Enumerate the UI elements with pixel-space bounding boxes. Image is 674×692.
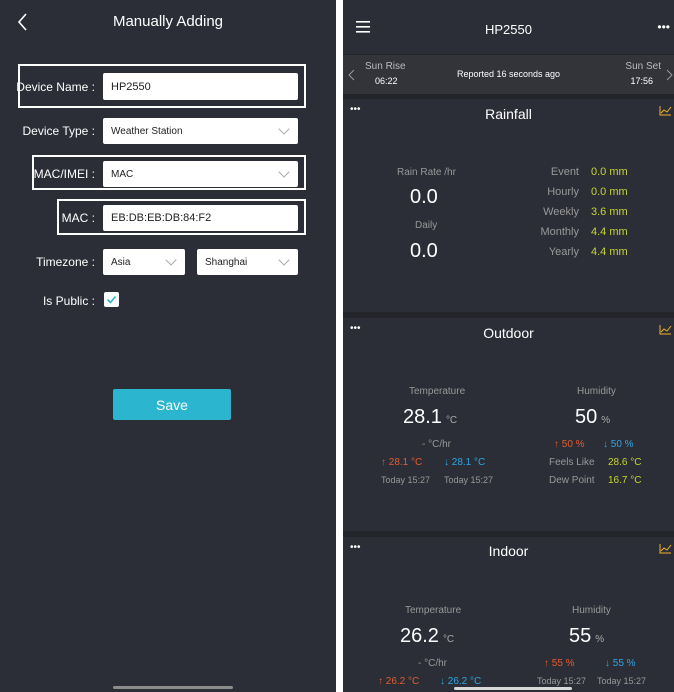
feels-like-value: 28.6 °C [608,457,642,468]
rain-row-label: Hourly [547,186,579,198]
indoor-hum-label: Humidity [572,605,611,616]
more-icon[interactable]: ••• [657,20,670,34]
outdoor-title: Outdoor [483,325,534,341]
device-type-label: Device Type : [22,124,95,138]
rain-row-label: Yearly [548,246,579,258]
header: HP2550 ••• [343,0,674,54]
outdoor-hum: 50% [575,406,610,429]
rain-row-value: 0.0 mm [591,166,628,178]
line-chart-icon[interactable] [659,543,672,554]
chevron-down-icon [165,254,177,266]
rain-row-value: 0.0 mm [591,186,628,198]
mac-imei-select[interactable]: MAC [103,161,298,187]
indoor-card: ••• Indoor Temperature 26.2 °C - °C/hr ↑ … [343,537,674,692]
device-dashboard-screen: HP2550 ••• Sun Rise 06:22 Reported 16 se… [343,0,674,692]
timezone-city-value: Shanghai [205,256,248,268]
is-public-label: Is Public : [42,294,95,308]
outdoor-temp-rate: - °C/hr [422,439,451,450]
indoor-temp-low: ↓ 26.2 °C [440,676,482,687]
chevron-right-icon[interactable] [665,69,673,81]
home-indicator [113,686,233,689]
sun-bar: Sun Rise 06:22 Reported 16 seconds ago S… [343,55,674,94]
rain-rate-label: Rain Rate /hr [397,167,456,178]
indoor-hum-unit: % [595,634,605,645]
daily-value: 0.0 [410,240,438,262]
device-name-label: Device Name : [16,80,95,94]
rainfall-card: ••• Rainfall Rain Rate /hr 0.0 Daily 0.0… [343,99,674,312]
indoor-hum-low: ↓ 55 % [605,658,636,669]
sunset-label: Sun Set [625,61,661,72]
indoor-temp-label: Temperature [405,605,462,616]
device-name-field[interactable]: HP2550 [103,73,298,100]
daily-label: Daily [415,220,438,231]
outdoor-card: ••• Outdoor Temperature 28.1 °C - °C/hr ↑… [343,318,674,531]
indoor-hum-low-time: Today 15:27 [597,676,647,686]
device-type-value: Weather Station [111,125,183,137]
dew-point-value: 16.7 °C [608,475,642,486]
mac-value: EB:DB:EB:DB:84:F2 [111,212,212,224]
outdoor-temp-low: ↓ 28.1 °C [444,457,486,468]
outdoor-temp: 28.1 °C [403,406,457,429]
header: Manually Adding [0,0,336,44]
indoor-temp-value: 26.2 [400,625,439,647]
outdoor-temp-high-time: Today 15:27 [381,475,431,485]
indoor-temp: 26.2 °C [400,625,454,648]
feels-like-label: Feels Like [549,457,595,468]
indoor-temp-high: ↑ 26.2 °C [378,676,420,687]
mac-imei-value: MAC [111,168,134,180]
indoor-hum: 55% [569,625,604,648]
rain-row-label: Weekly [543,206,579,218]
home-indicator [454,687,572,690]
device-type-select[interactable]: Weather Station [103,118,298,144]
outdoor-temp-low-time: Today 15:27 [444,475,494,485]
timezone-label: Timezone : [36,255,95,269]
rain-row-value: 3.6 mm [591,206,628,218]
device-title: HP2550 [485,22,532,37]
rainfall-title: Rainfall [485,106,532,122]
device-name-value: HP2550 [111,80,151,93]
mac-field[interactable]: EB:DB:EB:DB:84:F2 [103,205,298,231]
line-chart-icon[interactable] [659,324,672,335]
line-chart-icon[interactable] [659,105,672,116]
timezone-region-select[interactable]: Asia [103,249,185,275]
outdoor-temp-value: 28.1 [403,406,442,428]
indoor-hum-high: ↑ 55 % [544,658,575,669]
rain-row-label: Monthly [540,226,579,238]
page-title: Manually Adding [112,13,224,30]
rain-row-value: 4.4 mm [591,246,628,258]
save-button[interactable]: Save [113,389,231,420]
mac-label: MAC : [61,211,95,225]
outdoor-temp-unit: °C [445,415,458,426]
reported-status: Reported 16 seconds ago [456,69,561,79]
indoor-temp-unit: °C [442,634,455,645]
manual-add-screen: Manually Adding Device Name : HP2550 Dev… [0,0,336,692]
chevron-down-icon [278,254,290,266]
sunset-time: 17:56 [630,76,653,86]
check-icon [106,295,117,304]
indoor-temp-rate: - °C/hr [418,658,447,669]
rain-row-value: 4.4 mm [591,226,628,238]
timezone-city-select[interactable]: Shanghai [197,249,298,275]
chevron-down-icon [278,123,290,135]
outdoor-hum-unit: % [601,415,611,426]
indoor-hum-value: 55 [569,625,592,647]
timezone-region-value: Asia [111,256,131,268]
outdoor-temp-label: Temperature [409,386,466,397]
outdoor-temp-high: ↑ 28.1 °C [381,457,423,468]
mac-imei-label: MAC/IMEI : [33,167,95,181]
indoor-hum-high-time: Today 15:27 [537,676,587,686]
dew-point-label: Dew Point [549,475,595,486]
indoor-title: Indoor [488,543,529,559]
outdoor-hum-label: Humidity [577,386,616,397]
is-public-checkbox[interactable] [104,292,119,307]
rain-row-label: Event [550,166,579,178]
chevron-down-icon [278,166,290,178]
outdoor-hum-high: ↑ 50 % [554,439,585,450]
rain-rate-value: 0.0 [410,186,438,208]
outdoor-hum-low: ↓ 50 % [603,439,634,450]
outdoor-hum-value: 50 [575,406,598,428]
